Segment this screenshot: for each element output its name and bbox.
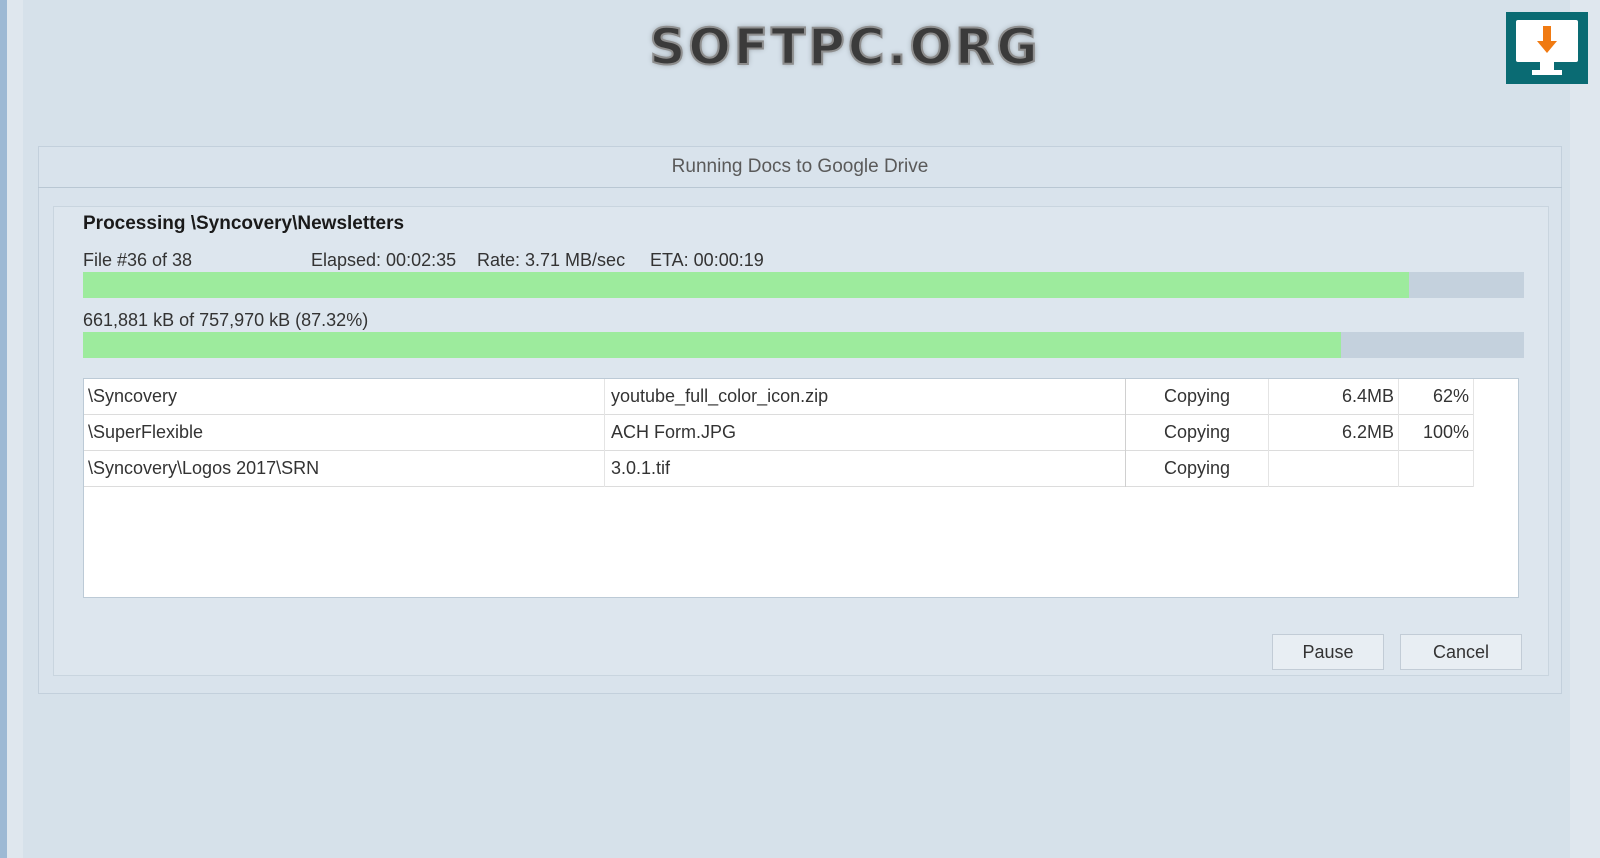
row-filename: 3.0.1.tif <box>604 451 1125 487</box>
download-arrow-shaft <box>1543 26 1551 42</box>
window-right-margin <box>1570 0 1600 858</box>
bytes-progress-fill <box>83 332 1342 358</box>
row-status: Copying <box>1125 451 1268 487</box>
file-progress-bar <box>83 272 1524 298</box>
pause-button[interactable]: Pause <box>1272 634 1384 670</box>
row-status: Copying <box>1125 415 1268 451</box>
monitor-base <box>1532 70 1562 75</box>
transfer-rate: Rate: 3.71 MB/sec <box>477 250 626 270</box>
row-filename: youtube_full_color_icon.zip <box>604 379 1125 415</box>
cancel-button[interactable]: Cancel <box>1400 634 1522 670</box>
table-row[interactable]: \SuperFlexible ACH Form.JPG Copying 6.2M… <box>84 415 1474 451</box>
row-filename: ACH Form.JPG <box>604 415 1125 451</box>
table-row[interactable]: \Syncovery youtube_full_color_icon.zip C… <box>84 379 1474 415</box>
row-percent <box>1398 451 1474 487</box>
eta-time: ETA: 00:00:19 <box>650 250 764 270</box>
row-path: \Syncovery\Logos 2017\SRN <box>88 458 320 478</box>
file-progress-fill <box>83 272 1409 298</box>
row-size: 6.4MB <box>1268 379 1398 415</box>
dialog-title: Running Docs to Google Drive <box>671 155 929 177</box>
download-arrow-icon <box>1537 41 1557 53</box>
row-percent: 100% <box>1398 415 1474 451</box>
file-counter: File #36 of 38 <box>83 250 193 270</box>
row-size <box>1268 451 1398 487</box>
bytes-progress-label: 661,881 kB of 757,970 kB (87.32%) <box>83 310 369 330</box>
row-percent: 62% <box>1398 379 1474 415</box>
processing-folder-label: Processing \Syncovery\Newsletters <box>83 213 405 234</box>
elapsed-time: Elapsed: 00:02:35 <box>311 250 457 270</box>
row-status: Copying <box>1125 379 1268 415</box>
watermark-text: SOFTPC.ORG <box>648 17 1041 77</box>
window-left-border <box>0 0 7 858</box>
file-transfer-list[interactable]: \Syncovery youtube_full_color_icon.zip C… <box>83 378 1519 598</box>
bytes-progress-bar <box>83 332 1524 358</box>
row-path: \SuperFlexible <box>88 422 204 442</box>
dialog-header: Running Docs to Google Drive <box>38 146 1562 188</box>
row-size: 6.2MB <box>1268 415 1398 451</box>
table-row[interactable]: \Syncovery\Logos 2017\SRN 3.0.1.tif Copy… <box>84 451 1474 487</box>
row-path: \Syncovery <box>88 386 178 406</box>
window-left-margin <box>7 0 23 858</box>
monitor-download-icon <box>1506 12 1588 84</box>
